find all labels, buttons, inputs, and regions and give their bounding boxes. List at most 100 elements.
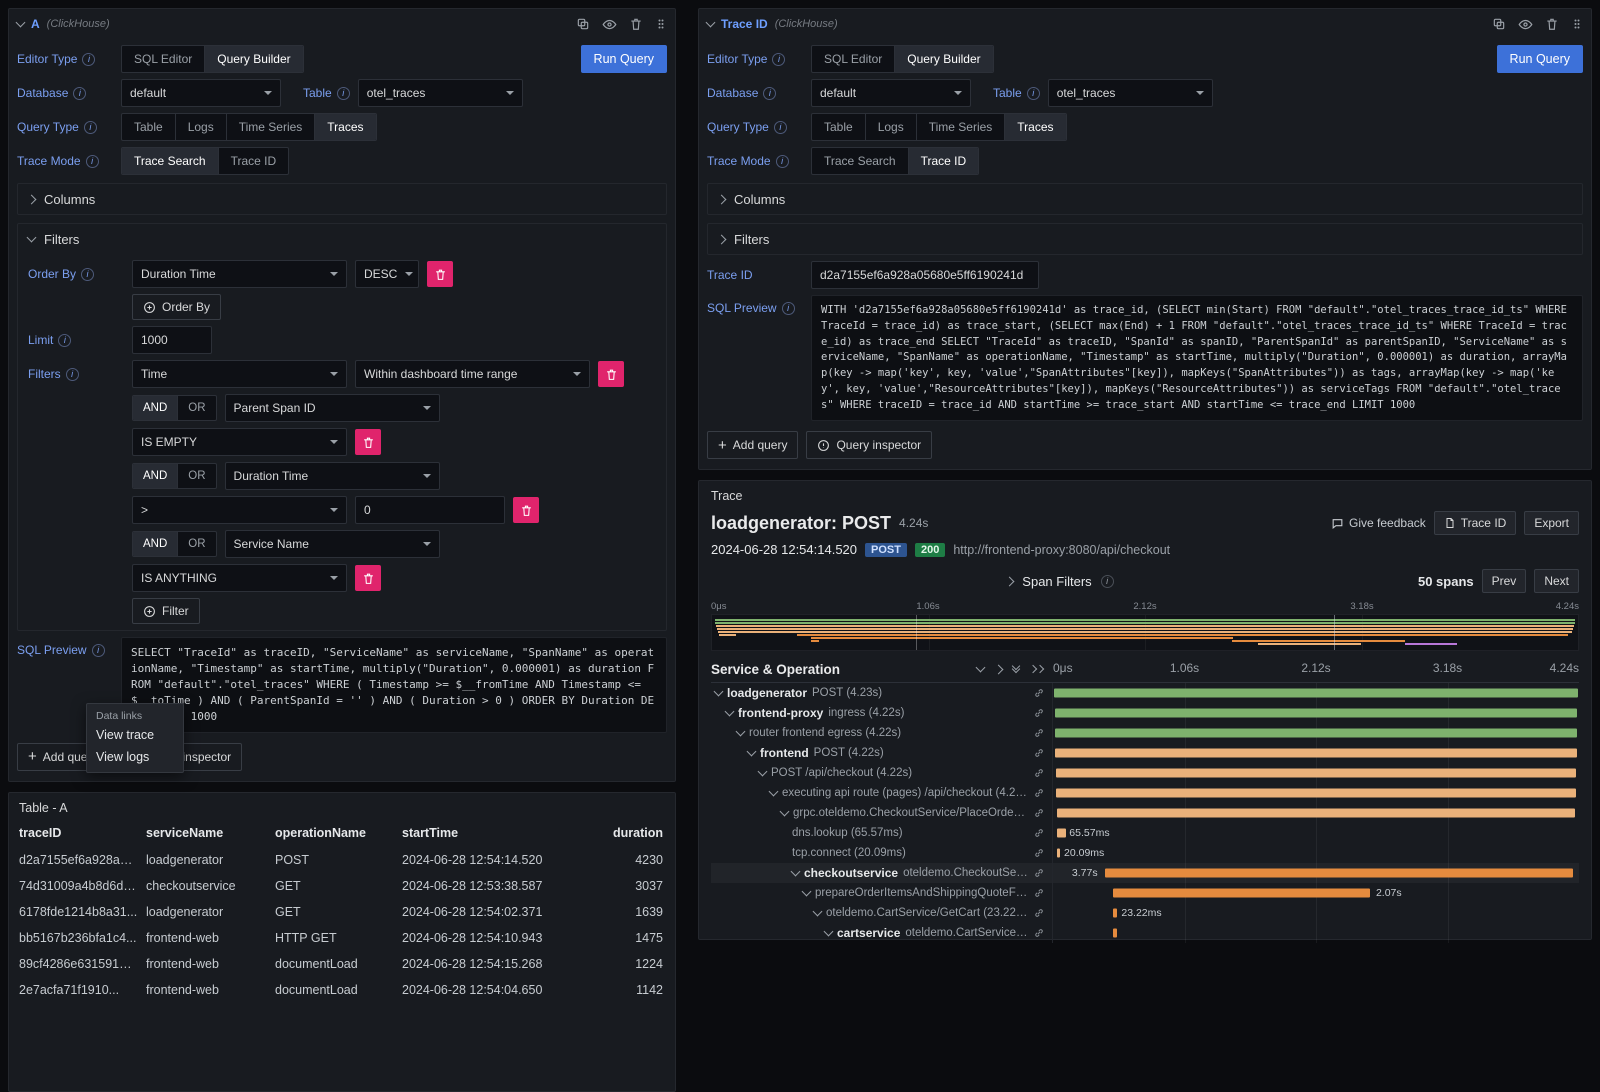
link-icon[interactable] xyxy=(1033,867,1045,879)
link-icon[interactable] xyxy=(1033,887,1045,899)
add-query-button[interactable]: +Add query xyxy=(707,431,798,459)
option-sql-editor[interactable]: SQL Editor xyxy=(812,46,895,72)
span-bar[interactable] xyxy=(1055,709,1578,718)
info-icon[interactable] xyxy=(772,53,785,66)
add-order-by-button[interactable]: Order By xyxy=(132,294,221,320)
chevron-down-icon[interactable] xyxy=(714,687,724,697)
condition-3-field-select[interactable]: Service Name xyxy=(225,530,440,558)
condition-2-field-select[interactable]: Duration Time xyxy=(225,462,440,490)
add-filter-button[interactable]: Filter xyxy=(132,598,200,624)
option-traces[interactable]: Traces xyxy=(315,114,375,140)
info-icon[interactable] xyxy=(782,302,795,315)
run-query-button[interactable]: Run Query xyxy=(581,45,667,73)
chevron-right-icon[interactable] xyxy=(1005,576,1015,586)
chevron-down-icon[interactable] xyxy=(747,747,757,757)
span-row[interactable]: grpc.oteldemo.CheckoutService/PlaceOrder… xyxy=(711,803,1579,823)
minimap-cursor[interactable] xyxy=(916,615,917,650)
option-time-series[interactable]: Time Series xyxy=(917,114,1006,140)
chevron-down-icon[interactable] xyxy=(736,727,746,737)
next-span-button[interactable]: Next xyxy=(1534,569,1579,593)
info-icon[interactable] xyxy=(774,121,787,134)
hide-query-icon[interactable] xyxy=(1518,17,1533,32)
info-icon[interactable] xyxy=(66,368,79,381)
limit-input[interactable]: 1000 xyxy=(132,326,212,354)
trace-id-button[interactable]: Trace ID xyxy=(1434,511,1517,535)
trace-link[interactable]: 74d31009a4b8d6d73... xyxy=(19,873,146,899)
collapse-query-icon[interactable] xyxy=(16,18,26,28)
option-or[interactable]: OR xyxy=(178,396,215,420)
chevron-down-icon[interactable] xyxy=(813,907,823,917)
table-select[interactable]: otel_traces xyxy=(358,79,523,107)
collapse-query-icon[interactable] xyxy=(706,18,716,28)
span-row[interactable]: loadgeneratorPOST (4.23s) xyxy=(711,683,1579,703)
columns-section-header[interactable]: Columns xyxy=(28,190,656,208)
link-icon[interactable] xyxy=(1033,907,1045,919)
option-and[interactable]: AND xyxy=(133,532,178,556)
link-icon[interactable] xyxy=(1033,827,1045,839)
chevron-down-icon[interactable] xyxy=(725,707,735,717)
order-by-field-select[interactable]: Duration Time xyxy=(132,260,347,288)
span-row[interactable]: POST /api/checkout (4.22s) xyxy=(711,763,1579,783)
condition-3-operator-select[interactable]: IS ANYTHING xyxy=(132,564,347,592)
trace-link[interactable]: d2a7155ef6a928a05... xyxy=(19,847,146,873)
span-bar[interactable] xyxy=(1057,849,1060,858)
option-traces[interactable]: Traces xyxy=(1005,114,1065,140)
option-query-builder[interactable]: Query Builder xyxy=(895,46,992,72)
remove-condition-2-button[interactable] xyxy=(513,497,539,523)
span-row[interactable]: checkoutserviceoteldemo.CheckoutService/… xyxy=(711,863,1579,883)
info-icon[interactable] xyxy=(776,155,789,168)
database-select[interactable]: default xyxy=(121,79,281,107)
info-icon[interactable] xyxy=(1027,87,1040,100)
option-or[interactable]: OR xyxy=(178,532,215,556)
drag-handle-icon[interactable] xyxy=(1571,17,1583,31)
remove-condition-3-button[interactable] xyxy=(355,565,381,591)
view-logs-menu-item[interactable]: View logs xyxy=(87,746,183,768)
drag-handle-icon[interactable] xyxy=(655,17,667,31)
link-icon[interactable] xyxy=(1033,727,1045,739)
give-feedback-button[interactable]: Give feedback xyxy=(1331,516,1426,530)
option-sql-editor[interactable]: SQL Editor xyxy=(122,46,205,72)
link-icon[interactable] xyxy=(1033,687,1045,699)
expand-all-icon[interactable] xyxy=(1030,666,1043,672)
option-or[interactable]: OR xyxy=(178,464,215,488)
option-and[interactable]: AND xyxy=(133,464,178,488)
info-icon[interactable] xyxy=(82,53,95,66)
filters-section-header[interactable]: Filters xyxy=(718,230,1572,248)
span-bar[interactable] xyxy=(1105,869,1573,878)
option-logs[interactable]: Logs xyxy=(866,114,917,140)
info-icon[interactable] xyxy=(763,87,776,100)
query-inspector-button[interactable]: Query inspector xyxy=(806,431,932,459)
option-trace-search[interactable]: Trace Search xyxy=(122,148,219,174)
span-bar[interactable] xyxy=(1054,689,1578,698)
database-select[interactable]: default xyxy=(811,79,971,107)
option-time-series[interactable]: Time Series xyxy=(227,114,316,140)
collapse-one-icon[interactable] xyxy=(976,663,986,673)
link-icon[interactable] xyxy=(1033,707,1045,719)
expand-one-icon[interactable] xyxy=(994,664,1004,674)
duplicate-query-icon[interactable] xyxy=(576,17,590,31)
option-and[interactable]: AND xyxy=(133,396,178,420)
delete-query-icon[interactable] xyxy=(629,17,643,31)
prev-span-button[interactable]: Prev xyxy=(1482,569,1527,593)
chevron-down-icon[interactable] xyxy=(791,867,801,877)
info-icon[interactable] xyxy=(84,121,97,134)
col-operationname[interactable]: operationName xyxy=(275,821,402,847)
condition-2-operator-select[interactable]: > xyxy=(132,496,347,524)
chevron-down-icon[interactable] xyxy=(824,927,834,937)
span-row[interactable]: frontend-proxyingress (4.22s) xyxy=(711,703,1579,723)
link-icon[interactable] xyxy=(1033,787,1045,799)
chevron-down-icon[interactable] xyxy=(802,887,812,897)
duplicate-query-icon[interactable] xyxy=(1492,17,1506,31)
info-icon[interactable] xyxy=(337,87,350,100)
span-row[interactable]: executing api route (pages) /api/checkou… xyxy=(711,783,1579,803)
span-bar[interactable] xyxy=(1056,789,1576,798)
remove-condition-1-button[interactable] xyxy=(355,429,381,455)
link-icon[interactable] xyxy=(1033,847,1045,859)
span-bar[interactable] xyxy=(1056,769,1577,778)
option-table[interactable]: Table xyxy=(122,114,176,140)
col-duration[interactable]: duration xyxy=(570,821,665,847)
link-icon[interactable] xyxy=(1033,927,1045,939)
span-row[interactable]: frontendPOST (4.22s) xyxy=(711,743,1579,763)
span-row[interactable]: cartserviceoteldemo.CartService/GetCart xyxy=(711,923,1579,943)
filters-section-header[interactable]: Filters xyxy=(28,230,656,248)
